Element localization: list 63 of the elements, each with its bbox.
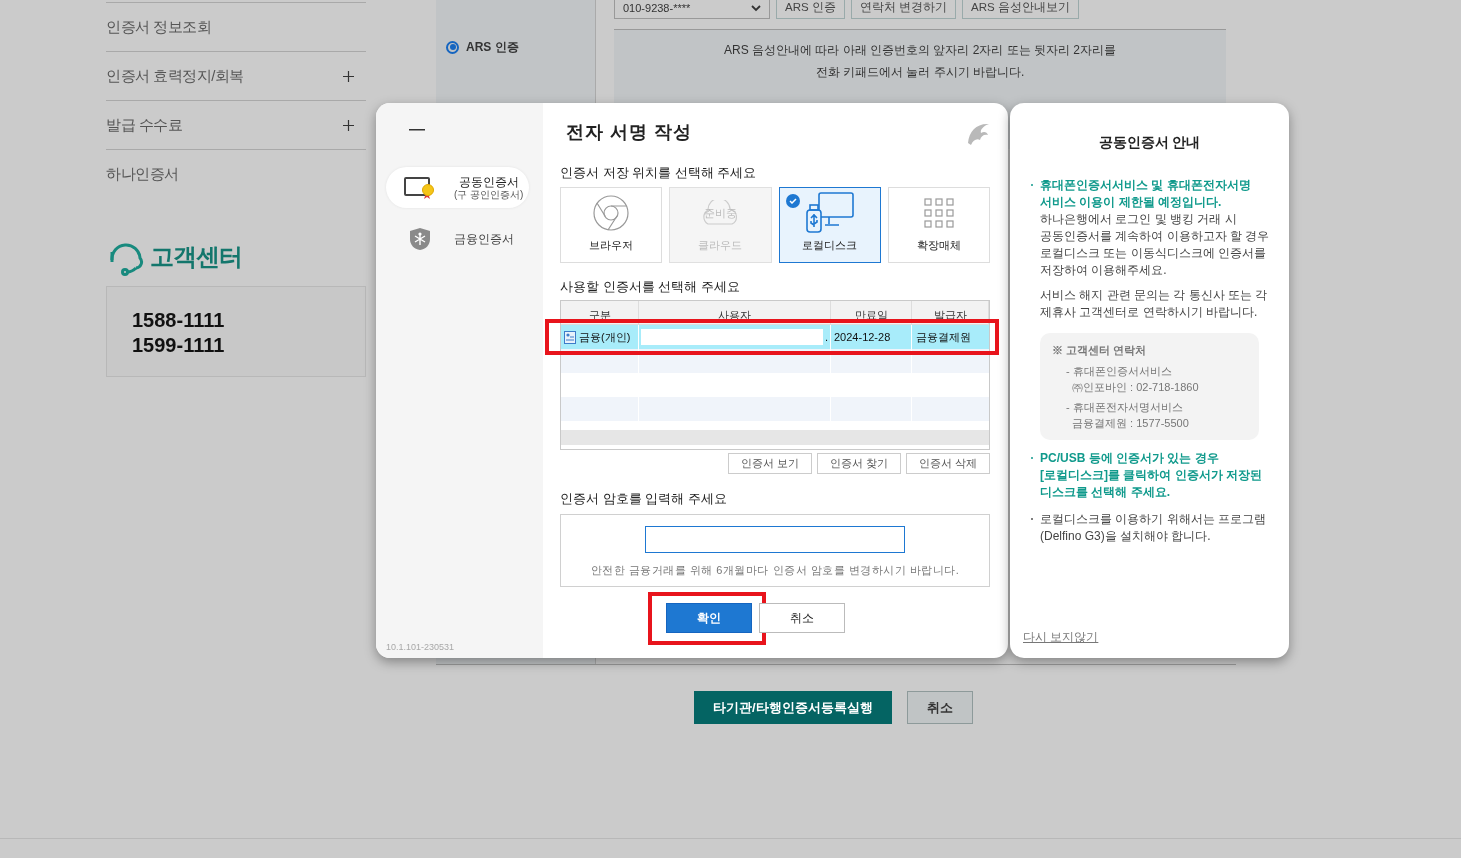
table-cell-text: . [825,329,829,345]
certificate-icon [404,174,436,201]
nav-link[interactable]: 하나인증서 [106,162,179,186]
nav-link[interactable]: 인증서 정보조회 [106,15,212,39]
phone-select[interactable]: 010-9238-**** [614,0,770,19]
notice-text: 서비스 해지 관련 문의는 각 통신사 또는 각 제휴사 고객센터로 연락하시기 바랍니다. [1040,287,1269,321]
contact-text: - 휴대폰전자서명서비스 [1066,399,1184,415]
password-field[interactable] [645,525,905,553]
ars-button[interactable]: ARS 음성안내보기 [962,0,1079,19]
notice-text: 휴대폰인증서서비스 및 휴대폰전자서명 서비스 이용이 제한될 예정입니다. [1040,177,1252,211]
certificate-button[interactable]: 인증서 찾기 [817,453,901,474]
status-label: 준비중 [703,205,737,221]
certificate-button[interactable]: 인증서 보기 [728,453,812,474]
plus-icon[interactable] [343,70,354,82]
cancel-button[interactable]: 취소 [906,691,973,724]
notice-title: 공동인증서 안내 [1097,133,1202,152]
support-title: 고객센터 [150,242,242,272]
ars-button[interactable]: 연락처 변경하기 [850,0,957,19]
nav-link[interactable]: 발급 수수료 [106,113,183,137]
plus-icon[interactable] [343,119,354,131]
phone-number: 1599-1111 [132,333,226,358]
section-heading: 사용할 인증서를 선택해 주세요 [560,277,741,296]
storage-option[interactable]: 브라우저 [560,186,663,263]
ars-button[interactable]: ARS 인증 [776,0,845,19]
monitor-usb-icon [804,191,855,234]
version-text: 10.1.101-230531 [386,641,455,654]
dialog-title: 전자 서명 작성 [566,121,692,144]
notice-text: 하나은행에서 로그인 및 뱅킹 거래 시 공동인증서를 계속하여 이용하고자 할 경우 로컬디스크 또는 이동식디스크에 인증서를 저장하여 이용해주세요. [1040,211,1271,279]
minimize-icon[interactable] [409,129,425,131]
notice-text: 로컬디스크를 이용하기 위해서는 프로그램 (Delfino G3)을 설치해야 합니다. [1040,510,1267,545]
chevron-down-icon [751,4,761,12]
confirm-button[interactable]: 확인 [665,602,752,633]
contact-title: ※ 고객센터 연락처 [1052,343,1148,358]
contact-text: 금융결제원 : 1577-5500 [1071,415,1190,431]
browser-icon [592,193,631,232]
check-icon [785,193,800,208]
grid-icon [923,197,954,228]
radio-button[interactable] [446,40,459,54]
table-row[interactable]: 금융(개인) . 2024-12-28 금융결제원 [561,325,989,349]
instruction-text: 전화 키패드에서 눌러 주시기 바랍니다. [815,64,1025,81]
password-hint: 안전한 금융거래를 위해 6개월마다 인증서 암호를 변경하시기 바랍니다. [590,562,960,578]
certificate-type-tab[interactable]: 공동인증서 (구 공인인증서) [386,167,529,208]
section-heading: 인증서 저장 위치를 선택해 주세요 [560,164,758,182]
scrollbar[interactable] [561,430,989,445]
certificate-type-tab[interactable]: 금융인증서 [386,218,529,259]
contact-text: - 휴대폰인증서서비스 [1066,363,1173,379]
cancel-button[interactable]: 취소 [758,602,845,633]
notice-text: PC/USB 등에 인증서가 있는 경우 [로컬디스크]를 클릭하여 인증서가 저장된 디스크를 선택해 주세요. [1040,449,1263,501]
register-button[interactable]: 타기관/타행인증서등록실행 [694,691,892,724]
contact-text: ㈜인포바인 : 02-718-1860 [1071,379,1200,395]
radio-label: ARS 인증 [466,39,519,56]
table-cell-text: 금융결제원 [915,329,972,345]
certificate-icon [564,330,576,344]
storage-option[interactable]: 확장매체 [887,186,990,263]
instruction-text: ARS 음성안내에 따라 아래 인증번호의 앞자리 2자리 또는 뒷자리 2자리를 [724,42,1116,59]
table-cell-text: 금융(개인) [579,329,631,345]
phone-number: 1588-1111 [132,308,226,333]
nav-link[interactable]: 인증서 효력정지/회복 [106,64,244,88]
section-heading: 인증서 암호를 입력해 주세요 [560,490,728,508]
storage-option[interactable]: 로컬디스크 [778,186,881,263]
certificate-button[interactable]: 인증서 삭제 [906,453,990,474]
dismiss-link[interactable]: 다시 보지않기 [1023,628,1099,646]
shield-icon [409,226,431,251]
